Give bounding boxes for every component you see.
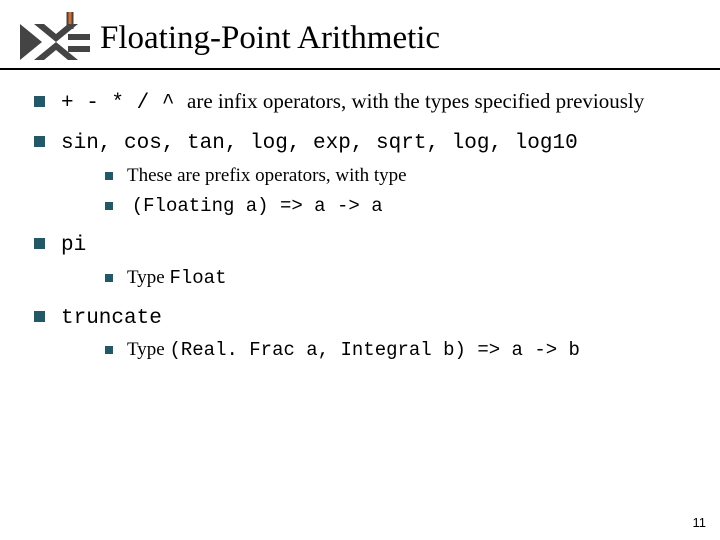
truncate-code: truncate — [61, 307, 162, 330]
floating-type-code: (Floating a) => a -> a — [132, 195, 383, 217]
type-prefix: Type — [127, 339, 169, 360]
bullet-mark-icon — [105, 172, 113, 180]
sub-bullet-prefix-desc: These are prefix operators, with type — [105, 164, 690, 188]
sub-bullet-text: Type Float — [127, 266, 690, 290]
page-number: 11 — [693, 515, 707, 530]
bullet-text: + - * / ^ are infix operators, with the … — [61, 88, 690, 118]
sub-bullet-text: Type (Real. Frac a, Integral b) => a -> … — [127, 338, 690, 362]
bullet-text: sin, cos, tan, log, exp, sqrt, log, log1… — [61, 128, 690, 221]
bullet-mark-icon — [105, 274, 113, 282]
realfrac-type-code: (Real. Frac a, Integral b) => a -> b — [169, 339, 579, 361]
bullet-mark-icon — [34, 96, 45, 107]
bullet-text: pi Type Float — [61, 230, 690, 292]
trig-funcs-code: sin, cos, tan, log, exp, sqrt, log, log1… — [61, 132, 578, 155]
haskell-logo — [20, 12, 90, 72]
pi-code: pi — [61, 234, 86, 257]
sub-bullet-truncate-type: Type (Real. Frac a, Integral b) => a -> … — [105, 338, 690, 362]
bullet-pi: pi Type Float — [34, 230, 690, 292]
infix-ops-tail: are infix operators, with the types spec… — [187, 89, 644, 113]
bullet-mark-icon — [34, 311, 45, 322]
bullet-mark-icon — [34, 238, 45, 249]
bullet-truncate: truncate Type (Real. Frac a, Integral b)… — [34, 303, 690, 365]
bullet-mark-icon — [105, 346, 113, 354]
sub-bullet-text: (Floating a) => a -> a — [127, 194, 690, 218]
type-prefix: Type — [127, 267, 169, 288]
bullet-text: truncate Type (Real. Frac a, Integral b)… — [61, 303, 690, 365]
bullet-trig-funcs: sin, cos, tan, log, exp, sqrt, log, log1… — [34, 128, 690, 221]
bullet-infix-operators: + - * / ^ are infix operators, with the … — [34, 88, 690, 118]
page-title: Floating-Point Arithmetic — [100, 20, 440, 57]
float-type-code: Float — [169, 267, 226, 289]
bullet-mark-icon — [105, 202, 113, 210]
bullet-mark-icon — [34, 136, 45, 147]
sub-bullet-text: These are prefix operators, with type — [127, 164, 690, 188]
sub-bullet-floating-type: (Floating a) => a -> a — [105, 194, 690, 218]
infix-ops-code: + - * / ^ — [61, 92, 187, 115]
sub-bullet-pi-type: Type Float — [105, 266, 690, 290]
heading-bar: Floating-Point Arithmetic — [0, 12, 720, 70]
slide: Floating-Point Arithmetic + - * / ^ are … — [0, 0, 720, 540]
content-area: + - * / ^ are infix operators, with the … — [34, 88, 690, 375]
